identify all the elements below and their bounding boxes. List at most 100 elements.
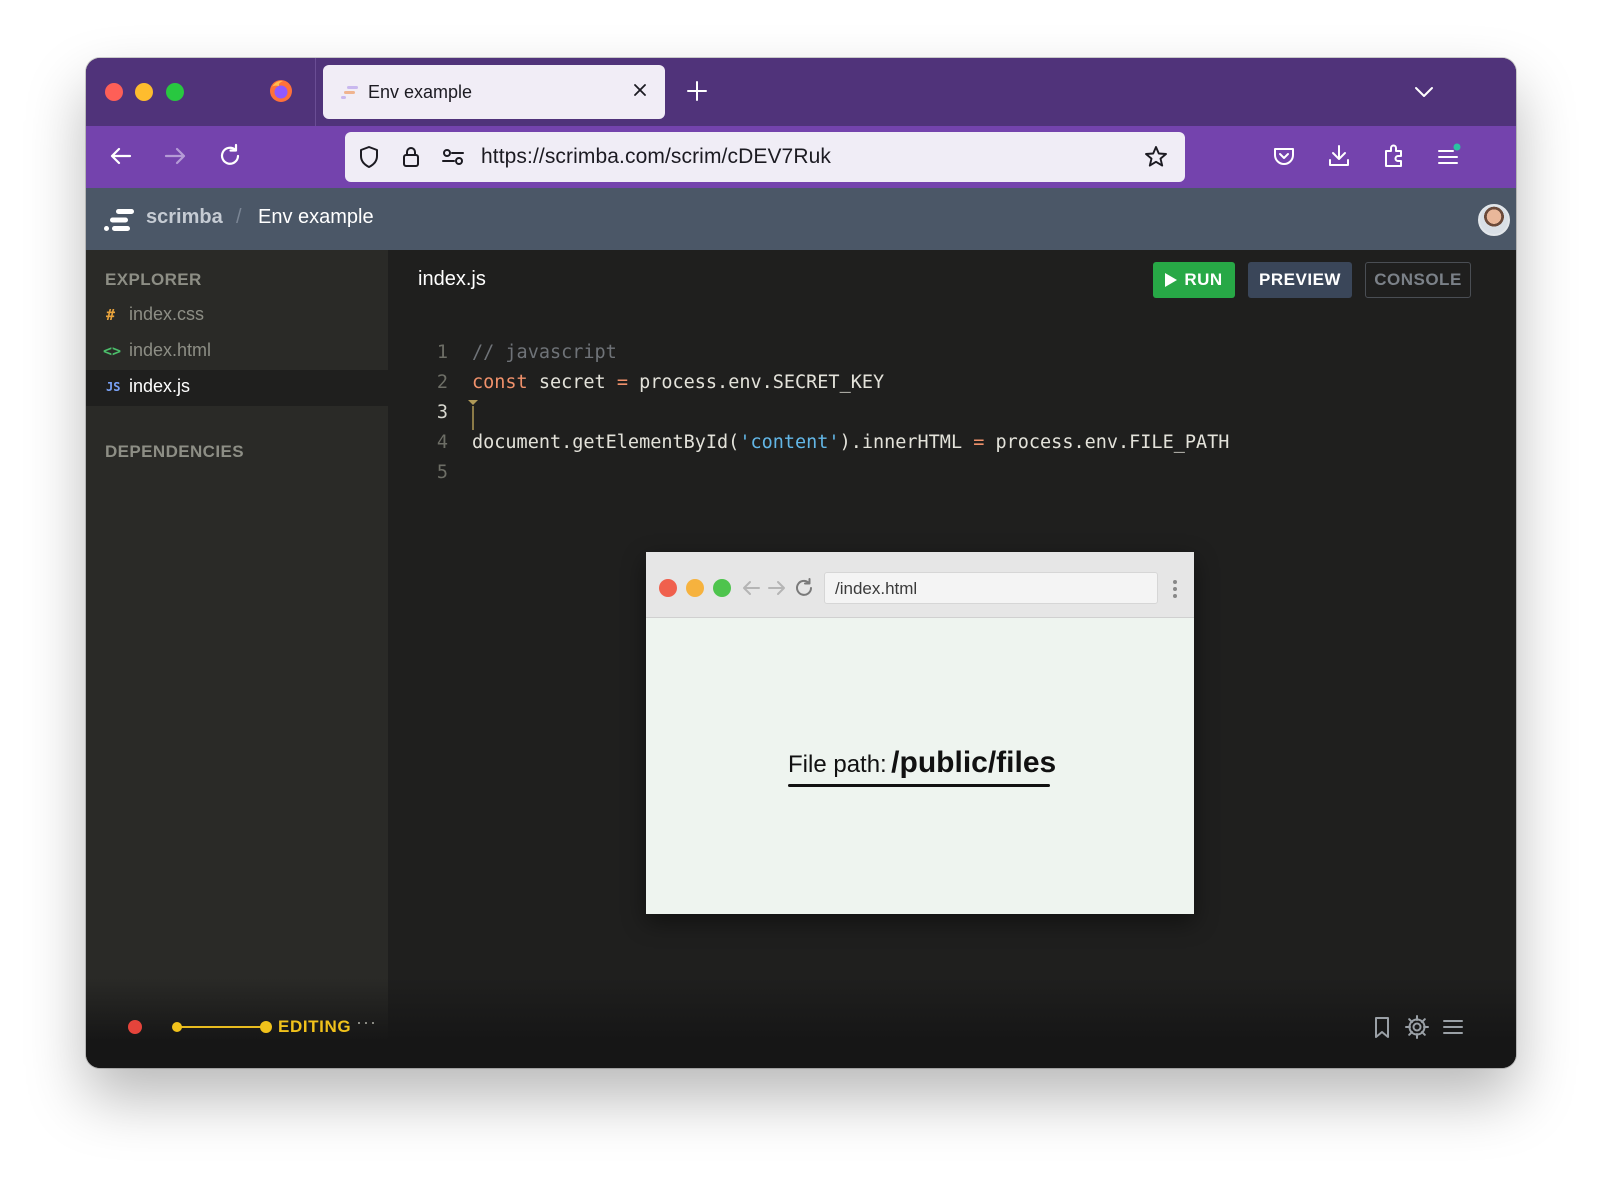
code-keyword: const: [472, 372, 528, 393]
html-file-icon: <>: [103, 342, 122, 360]
navigation-toolbar: https://scrimba.com/scrim/cDEV7Ruk: [86, 126, 1516, 188]
run-button[interactable]: RUN: [1153, 262, 1235, 298]
line-number: 1: [436, 342, 448, 363]
line-content[interactable]: const secret = process.env.SECRET_KEY: [472, 372, 884, 393]
project-title[interactable]: Env example: [258, 206, 374, 229]
code-line[interactable]: 1 // javascript: [388, 342, 1516, 372]
code-text: secret: [527, 372, 617, 393]
tab-title: Env example: [368, 82, 473, 102]
preview-window: /index.html File path: /public/files: [646, 552, 1194, 914]
zoom-window-button[interactable]: [166, 83, 184, 101]
file-path-value: /public/files: [891, 746, 1057, 779]
code-line[interactable]: 4 document.getElementById('content').inn…: [388, 432, 1516, 462]
sidebar-item-index-js[interactable]: JS index.js: [86, 370, 388, 406]
minimize-window-button[interactable]: [135, 83, 153, 101]
code-text: process.env.SECRET_KEY: [627, 372, 885, 393]
new-tab-icon[interactable]: [684, 78, 710, 104]
line-number: 3: [436, 402, 448, 423]
timeline-track[interactable]: [176, 1026, 266, 1028]
console-button[interactable]: CONSOLE: [1365, 262, 1471, 298]
brand-name[interactable]: scrimba: [146, 206, 223, 229]
lock-icon[interactable]: [398, 144, 424, 170]
caret-marker: [468, 400, 478, 405]
file-path-text: File path: /public/files: [788, 746, 1056, 780]
preview-address-bar[interactable]: /index.html: [824, 572, 1158, 604]
firefox-icon[interactable]: [268, 78, 294, 104]
sidebar-item-label: index.js: [129, 376, 191, 396]
dependencies-heading[interactable]: DEPENDENCIES: [105, 442, 244, 462]
timeline-playhead[interactable]: [260, 1021, 272, 1033]
back-arrow-icon[interactable]: [107, 142, 135, 170]
scrimba-favicon-icon: [341, 86, 358, 99]
preview-button[interactable]: PREVIEW: [1248, 262, 1352, 298]
address-bar[interactable]: https://scrimba.com/scrim/cDEV7Ruk: [345, 132, 1185, 182]
close-tab-icon[interactable]: [629, 79, 651, 101]
bookmark-star-icon[interactable]: [1143, 144, 1169, 170]
preview-close-dot[interactable]: [659, 579, 677, 597]
record-button[interactable]: [128, 1020, 142, 1034]
code-string: 'content': [739, 432, 840, 453]
downloads-icon[interactable]: [1325, 142, 1353, 170]
code-line[interactable]: 2 const secret = process.env.SECRET_KEY: [388, 372, 1516, 402]
breadcrumb-separator: /: [236, 206, 242, 228]
code-comment: // javascript: [472, 342, 617, 363]
code-editor: index.js RUN PREVIEW CONSOLE 1 // javasc…: [388, 250, 1516, 1068]
play-icon: [1165, 273, 1178, 287]
menu-icon[interactable]: [1434, 142, 1462, 170]
code-text: document.getElementById(: [472, 432, 740, 453]
reload-icon[interactable]: [216, 142, 244, 170]
active-tab[interactable]: Env example: [323, 65, 665, 119]
sidebar-item-index-html[interactable]: <> index.html: [86, 334, 388, 370]
sidebar-item-label: index.css: [129, 304, 205, 324]
explorer-heading: EXPLORER: [105, 270, 202, 289]
line-number: 5: [436, 462, 448, 483]
chevron-down-icon[interactable]: [1412, 80, 1436, 104]
preview-minimize-dot[interactable]: [686, 579, 704, 597]
sidebar-item-index-css[interactable]: # index.css: [86, 298, 388, 334]
shield-icon[interactable]: [356, 144, 382, 170]
text-caret: [472, 406, 474, 430]
sidebar-item-label: index.html: [129, 340, 212, 360]
scrimba-logo-icon[interactable]: [102, 208, 136, 232]
code-line[interactable]: 5: [388, 462, 1516, 492]
line-content[interactable]: // javascript: [472, 342, 617, 363]
browser-window: Env example https://scrimba.com/scrim/cD…: [86, 58, 1516, 1068]
file-path-underline: [788, 784, 1050, 787]
more-options-icon[interactable]: ···: [356, 1012, 377, 1033]
code-line-current[interactable]: 3: [388, 400, 1516, 432]
preview-maximize-dot[interactable]: [713, 579, 731, 597]
editor-file-title: index.js: [418, 268, 486, 290]
pocket-icon[interactable]: [1270, 142, 1298, 170]
url-text[interactable]: https://scrimba.com/scrim/cDEV7Ruk: [481, 145, 831, 169]
console-label: CONSOLE: [1374, 270, 1462, 289]
tab-strip: Env example: [86, 58, 1516, 126]
code-operator: =: [616, 372, 628, 393]
hamburger-menu-icon[interactable]: [1440, 1014, 1466, 1040]
css-file-icon: #: [106, 306, 116, 324]
preview-kebab-menu-icon[interactable]: [1172, 579, 1178, 599]
preview-toolbar: /index.html: [646, 552, 1194, 618]
preview-forward-icon[interactable]: [766, 577, 788, 599]
code-operator: =: [973, 432, 985, 453]
bookmark-icon[interactable]: [1369, 1014, 1395, 1040]
app-header: scrimba / Env example: [86, 188, 1516, 250]
preview-back-icon[interactable]: [740, 577, 762, 599]
gear-icon[interactable]: [1404, 1014, 1430, 1040]
site-permissions-icon[interactable]: [440, 144, 466, 170]
close-window-button[interactable]: [105, 83, 123, 101]
preview-url-text: /index.html: [835, 579, 918, 598]
recording-bar: EDITING ···: [86, 978, 1516, 1068]
extensions-icon[interactable]: [1380, 142, 1408, 170]
code-text: process.env.FILE_PATH: [984, 432, 1230, 453]
file-explorer-sidebar: EXPLORER # index.css <> index.html JS in…: [86, 250, 388, 1068]
mode-label[interactable]: EDITING: [278, 1017, 351, 1037]
preview-reload-icon[interactable]: [793, 577, 815, 599]
tab-divider: [315, 58, 316, 126]
line-content[interactable]: document.getElementById('content').inner…: [472, 432, 1229, 453]
timeline-start-marker[interactable]: [172, 1022, 182, 1032]
preview-content: File path: /public/files: [646, 618, 1194, 914]
avatar[interactable]: [1478, 204, 1510, 236]
js-file-icon: JS: [106, 380, 121, 394]
preview-label: PREVIEW: [1259, 270, 1341, 289]
forward-arrow-icon[interactable]: [161, 142, 189, 170]
